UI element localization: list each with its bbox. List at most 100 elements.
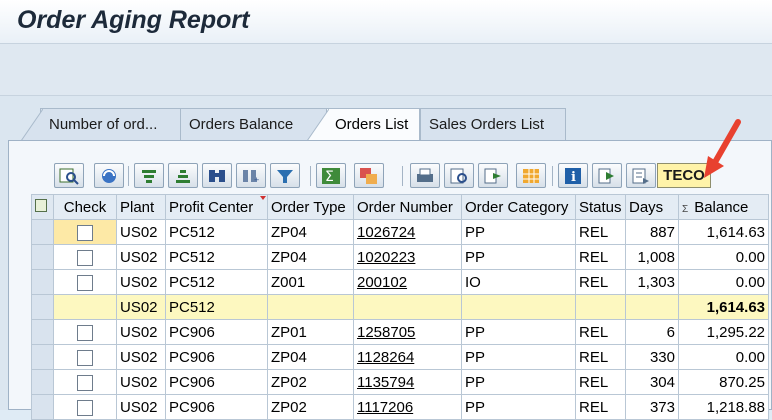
title-bar: Order Aging Report [0,0,772,44]
cell-days: 1,303 [625,269,679,295]
subtotal-icon[interactable] [354,163,384,188]
grid-body: US02 PC512 ZP04 1026724 PP REL 887 1,614… [31,219,769,420]
order-number-link[interactable]: 1258705 [353,319,462,345]
tab-sales-orders-list[interactable]: Sales Orders List [420,108,566,140]
layout-selector[interactable] [31,194,54,220]
cell-profit-center: PC512 [165,294,268,320]
cell-balance: 1,295.22 [678,319,769,345]
column-header-balance[interactable]: Σ Balance [678,194,769,220]
column-header-plant[interactable]: Plant [116,194,166,220]
cell-order-category: PP [461,394,576,420]
row-selector[interactable] [31,294,54,320]
order-number-link[interactable]: 1020223 [353,244,462,270]
cell-order-type: ZP04 [267,219,354,245]
cell-profit-center: PC906 [165,319,268,345]
tab-number-of-orders[interactable]: Number of ord... [21,108,198,141]
row-checkbox[interactable] [77,249,93,266]
cell-profit-center: PC512 [165,244,268,270]
svg-text:i: i [571,170,576,185]
order-number-link[interactable]: 1026724 [353,219,462,245]
check-cell [53,219,117,245]
orders-grid: Check Plant Profit Center Order Type Ord… [31,194,769,420]
cell-plant: US02 [116,369,166,395]
display-icon[interactable] [626,163,656,188]
column-header-order-category[interactable]: Order Category [461,194,576,220]
print-icon[interactable] [410,163,440,188]
row-checkbox[interactable] [77,274,93,291]
refresh-icon[interactable] [94,163,124,188]
toolbar-divider [552,166,553,186]
cell-order-type [267,294,354,320]
cell-status: REL [575,269,626,295]
cell-plant: US02 [116,394,166,420]
cell-order-type: ZP04 [267,344,354,370]
cell-order-number [353,294,462,320]
sort-ascending-icon[interactable] [134,163,164,188]
tab-label: Sales Orders List [429,116,545,133]
cell-order-category [461,294,576,320]
application-toolbar [0,44,772,96]
check-cell [53,394,117,420]
column-header-order-type[interactable]: Order Type [267,194,354,220]
tab-label: Orders Balance [189,116,294,133]
cell-balance: 0.00 [678,244,769,270]
column-header-status[interactable]: Status [575,194,626,220]
cell-days: 304 [625,369,679,395]
cell-balance: 1,218.88 [678,394,769,420]
table-row: US02 PC512 ZP04 1026724 PP REL 887 1,614… [31,219,769,245]
cell-days: 1,008 [625,244,679,270]
row-selector[interactable] [31,319,54,345]
cell-status: REL [575,369,626,395]
row-checkbox[interactable] [77,224,93,241]
info-icon[interactable]: i [558,163,588,188]
row-selector[interactable] [31,394,54,420]
change-layout-icon[interactable] [516,163,546,188]
details-icon[interactable] [54,163,84,188]
row-checkbox[interactable] [77,324,93,341]
cell-profit-center: PC906 [165,394,268,420]
row-checkbox[interactable] [77,349,93,366]
cell-order-category: IO [461,269,576,295]
find-next-icon[interactable]: + [236,163,266,188]
find-icon[interactable] [202,163,232,188]
subtotal-row: US02 PC512 1,614.63 [31,294,769,320]
cell-days: 6 [625,319,679,345]
row-selector[interactable] [31,219,54,245]
cell-status [575,294,626,320]
order-number-link[interactable]: 1117206 [353,394,462,420]
navigate-icon[interactable] [592,163,622,188]
header-label: Profit Center [169,198,254,216]
sort-descending-icon[interactable] [168,163,198,188]
total-icon[interactable]: Σ [316,163,346,188]
order-number-link[interactable]: 1128264 [353,344,462,370]
row-selector[interactable] [31,369,54,395]
toolbar-divider [402,166,403,186]
print-preview-icon[interactable] [444,163,474,188]
row-checkbox[interactable] [77,374,93,391]
row-selector[interactable] [31,344,54,370]
column-header-profit-center[interactable]: Profit Center [165,194,268,220]
export-icon[interactable] [478,163,508,188]
order-number-link[interactable]: 1135794 [353,369,462,395]
filter-icon[interactable] [270,163,300,188]
row-selector[interactable] [31,269,54,295]
cell-plant: US02 [116,344,166,370]
cell-order-category: PP [461,344,576,370]
column-header-check[interactable]: Check [53,194,117,220]
cell-plant: US02 [116,294,166,320]
cell-balance: 1,614.63 [678,219,769,245]
order-number-link[interactable]: 200102 [353,269,462,295]
cell-order-category: PP [461,219,576,245]
cell-order-category: PP [461,244,576,270]
row-selector[interactable] [31,244,54,270]
check-cell [53,244,117,270]
tab-orders-list[interactable]: Orders List [307,108,420,141]
header-label: Balance [694,198,749,216]
page-title: Order Aging Report [17,6,250,34]
column-header-days[interactable]: Days [625,194,679,220]
svg-text:Σ: Σ [325,169,334,185]
column-header-order-number[interactable]: Order Number [353,194,462,220]
row-checkbox[interactable] [77,399,93,416]
cell-balance: 0.00 [678,269,769,295]
cell-balance: 0.00 [678,344,769,370]
